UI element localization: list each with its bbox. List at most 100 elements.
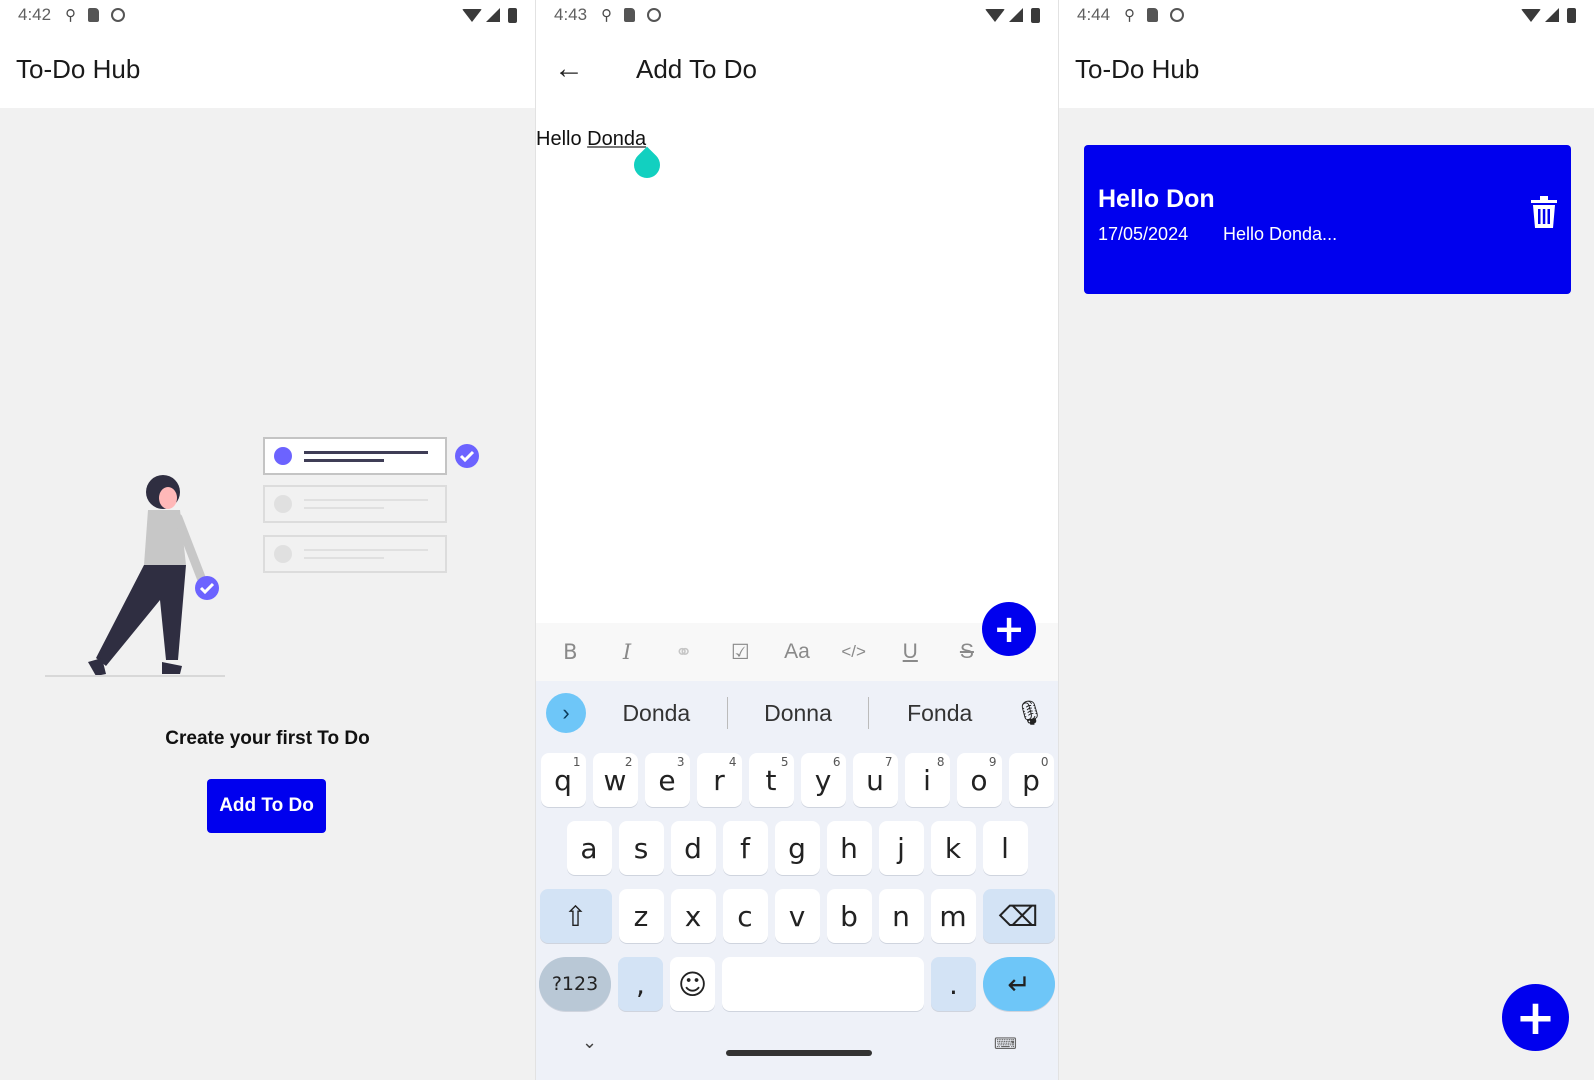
home-gesture-bar[interactable] <box>726 1050 872 1056</box>
signal-icon <box>486 8 500 22</box>
page-title: To-Do Hub <box>1075 53 1200 84</box>
wifi-icon <box>462 8 482 22</box>
wifi-icon <box>1521 8 1541 22</box>
app-bar: To-Do Hub <box>1059 30 1594 108</box>
page-title: Add To Do <box>636 53 757 84</box>
key-row-3: ⇧ z x c v b n m ⌫ <box>536 889 1058 943</box>
editor-text-underlined: Donda <box>587 128 647 150</box>
enter-icon[interactable]: ↵ <box>983 957 1055 1011</box>
key-k[interactable]: k <box>930 821 976 875</box>
comma-key[interactable]: , <box>618 957 663 1011</box>
key-m[interactable]: m <box>930 889 976 943</box>
battery-icon <box>508 7 517 23</box>
editor-content[interactable]: Hello Donda <box>536 128 646 151</box>
key-y[interactable]: y6 <box>800 753 846 807</box>
signal-icon <box>1009 8 1023 22</box>
space-key[interactable] <box>722 957 924 1011</box>
chevron-down-icon[interactable]: ⌄ <box>582 1032 597 1053</box>
suggestion-1[interactable]: Donda <box>586 700 727 727</box>
status-bar: 4:44 ⚲ <box>1059 0 1594 30</box>
app-bar: To-Do Hub <box>0 30 535 108</box>
trash-icon[interactable] <box>1531 196 1557 228</box>
editor-text-plain: Hello <box>536 128 588 150</box>
add-todo-screen: 4:43 ⚲ ← Add To Do Hello Donda B I ⚭ ☑ A… <box>535 0 1058 1080</box>
code-icon[interactable]: </> <box>830 642 878 662</box>
key-h[interactable]: h <box>826 821 872 875</box>
key-c[interactable]: c <box>722 889 768 943</box>
todo-hub-empty-screen: 4:42 ⚲ To-Do Hub Create your first To Do… <box>0 0 535 1080</box>
key-row-2: a s d f g h j k l <box>536 821 1058 875</box>
navigation-bar: ⌄ ⌨ <box>536 1022 1058 1080</box>
sd-card-icon <box>1147 8 1159 22</box>
key-x[interactable]: x <box>670 889 716 943</box>
add-fab-button[interactable]: + <box>1502 984 1569 1051</box>
microphone-icon[interactable]: 🎙 <box>1010 699 1050 728</box>
keyboard-switch-icon[interactable]: ⌨ <box>994 1034 1017 1054</box>
status-time: 4:43 <box>554 5 588 24</box>
key-i[interactable]: i8 <box>904 753 950 807</box>
key-q[interactable]: q1 <box>540 753 586 807</box>
symbols-key[interactable]: ?123 <box>539 957 611 1011</box>
key-e[interactable]: e3 <box>644 753 690 807</box>
suggestion-2[interactable]: Donna <box>728 700 869 727</box>
signal-icon <box>1545 8 1559 22</box>
sync-icon <box>111 8 126 22</box>
status-bar: 4:43 ⚲ <box>536 0 1058 30</box>
italic-icon[interactable]: I <box>603 640 651 664</box>
link-icon[interactable]: ⚭ <box>660 640 708 665</box>
key-a[interactable]: a <box>566 821 612 875</box>
key-f[interactable]: f <box>722 821 768 875</box>
key-b[interactable]: b <box>826 889 872 943</box>
wifi-icon <box>985 8 1005 22</box>
key-l[interactable]: l <box>982 821 1028 875</box>
key-j[interactable]: j <box>878 821 924 875</box>
sd-card-icon <box>624 8 636 22</box>
add-fab-button[interactable]: + <box>982 602 1036 656</box>
backspace-icon[interactable]: ⌫ <box>982 889 1055 943</box>
app-bar: ← Add To Do <box>536 30 1058 108</box>
todo-preview: Hello Donda... <box>1223 224 1338 244</box>
key-d[interactable]: d <box>670 821 716 875</box>
key-p[interactable]: p0 <box>1008 753 1054 807</box>
status-time: 4:42 <box>18 5 52 24</box>
back-arrow-icon[interactable]: ← <box>554 52 596 86</box>
key-z[interactable]: z <box>618 889 664 943</box>
empty-state-message: Create your first To Do <box>165 728 370 749</box>
bold-icon[interactable]: B <box>546 640 594 664</box>
key-w[interactable]: w2 <box>592 753 638 807</box>
chevron-right-icon[interactable]: › <box>546 693 586 733</box>
note-editor[interactable]: Hello Donda <box>536 108 1058 623</box>
suggestion-3[interactable]: Fonda <box>869 700 1010 727</box>
shift-icon[interactable]: ⇧ <box>539 889 612 943</box>
emoji-icon[interactable]: ☺ <box>670 957 715 1011</box>
strikethrough-icon[interactable]: S <box>943 640 991 664</box>
checkbox-icon[interactable]: ☑ <box>716 640 764 665</box>
key-r[interactable]: r4 <box>696 753 742 807</box>
sync-icon <box>1170 8 1185 22</box>
period-key[interactable]: . <box>931 957 976 1011</box>
key-s[interactable]: s <box>618 821 664 875</box>
key-row-4: ?123 , ☺ . ↵ <box>536 957 1058 1011</box>
key-v[interactable]: v <box>774 889 820 943</box>
page-title: To-Do Hub <box>16 53 141 84</box>
add-todo-button[interactable]: Add To Do <box>207 779 326 833</box>
usb-icon: ⚲ <box>65 6 77 24</box>
text-cursor-handle[interactable] <box>628 146 666 184</box>
sd-card-icon <box>88 8 100 22</box>
status-bar: 4:42 ⚲ <box>0 0 535 30</box>
empty-state-illustration <box>45 437 479 677</box>
key-t[interactable]: t5 <box>748 753 794 807</box>
key-n[interactable]: n <box>878 889 924 943</box>
battery-icon <box>1567 7 1576 23</box>
todo-hub-list-screen: 4:44 ⚲ To-Do Hub Hello Don 17/05/2024 He… <box>1058 0 1594 1080</box>
font-size-icon[interactable]: Aa <box>773 640 821 664</box>
usb-icon: ⚲ <box>601 6 613 24</box>
todo-date: 17/05/2024 <box>1098 224 1189 244</box>
key-u[interactable]: u7 <box>852 753 898 807</box>
todo-card[interactable]: Hello Don 17/05/2024 Hello Donda... <box>1084 145 1571 294</box>
key-o[interactable]: o9 <box>956 753 1002 807</box>
underline-icon[interactable]: U <box>886 640 934 664</box>
format-toolbar: B I ⚭ ☑ Aa </> U S “” <box>536 623 1058 681</box>
sync-icon <box>647 8 662 22</box>
key-g[interactable]: g <box>774 821 820 875</box>
